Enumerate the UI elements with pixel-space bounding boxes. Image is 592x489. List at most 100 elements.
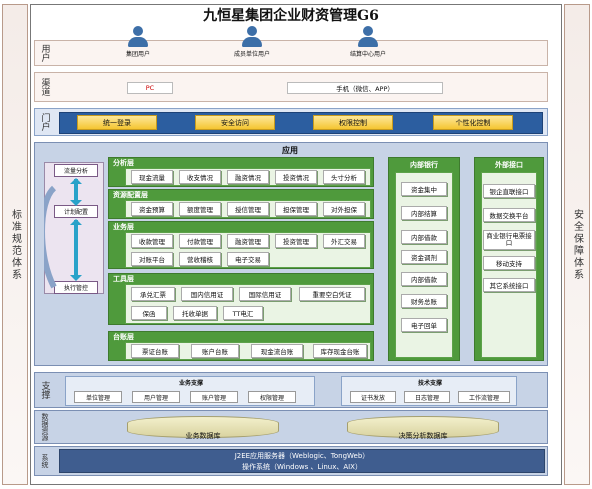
external-interface-item: 数据交换平台 bbox=[483, 208, 535, 222]
ledger-layer: 台账层 票证台账 账户台账 现金流台账 库存现金台账 bbox=[108, 331, 374, 361]
business-database: 业务数据库 bbox=[185, 432, 221, 440]
business-item: 电子交易 bbox=[227, 252, 269, 266]
external-interface-title: 外部接口 bbox=[495, 161, 523, 169]
business-item: 收款管理 bbox=[131, 234, 173, 248]
data-resources-label: 数据资源 bbox=[41, 413, 49, 441]
allocation-layer: 资源配置层 资金预算 额度管理 授信管理 担保管理 对外担保 bbox=[108, 189, 374, 219]
tools-item: TT电汇 bbox=[223, 306, 263, 320]
external-interface-item: 银企直联接口 bbox=[483, 184, 535, 198]
portal-permission: 权限控制 bbox=[313, 115, 393, 130]
business-support-title: 业务支撑 bbox=[178, 380, 203, 387]
business-layer: 业务层 收款管理 付款管理 融资管理 投资管理 外汇交易 对账平台 营收稽核 电… bbox=[108, 221, 374, 269]
support-layer: 支撑 业务支撑 单位管理 用户管理 账户管理 权限管理 技术支撑 证书发放 日志… bbox=[34, 372, 548, 408]
standards-system-label: 标准规范体系 bbox=[9, 208, 21, 281]
analysis-layer-title: 分析层 bbox=[113, 159, 134, 167]
tools-item: 承兑汇票 bbox=[131, 287, 175, 301]
application-title: 应用 bbox=[282, 145, 298, 155]
business-support-item: 权限管理 bbox=[248, 391, 296, 403]
business-support-item: 单位管理 bbox=[74, 391, 122, 403]
internal-bank-item: 电子回单 bbox=[401, 318, 447, 332]
allocation-item: 资金预算 bbox=[131, 202, 173, 216]
user-icon bbox=[247, 26, 257, 36]
tools-layer: 工具层 承兑汇票 国内信用证 国际信用证 重要空白凭证 保函 托收单据 TT电汇 bbox=[108, 273, 374, 325]
business-item: 付款管理 bbox=[179, 234, 221, 248]
portal-personalization: 个性化控制 bbox=[433, 115, 513, 130]
external-interface-item: 其它系统接口 bbox=[483, 278, 535, 292]
internal-bank-item: 内部借款 bbox=[401, 230, 447, 244]
external-interface-item: 移动支持 bbox=[483, 256, 535, 270]
user-icon bbox=[363, 26, 373, 36]
tech-support-item: 证书发放 bbox=[350, 391, 396, 403]
channel-layer-label: 渠道 bbox=[39, 78, 50, 96]
internal-bank-item: 资金集中 bbox=[401, 182, 447, 196]
ledger-item: 现金流台账 bbox=[251, 344, 303, 358]
ledger-layer-title: 台账层 bbox=[113, 333, 134, 341]
system-layer-label: 系统 bbox=[41, 454, 49, 468]
ledger-item: 票证台账 bbox=[131, 344, 179, 358]
analysis-item: 头寸分析 bbox=[323, 170, 365, 184]
business-item: 融资管理 bbox=[227, 234, 269, 248]
analysis-item: 投资情况 bbox=[275, 170, 317, 184]
portal-layer-label: 门户 bbox=[39, 113, 50, 131]
tools-item: 国内信用证 bbox=[181, 287, 233, 301]
decision-analysis-database: 决策分析数据库 bbox=[398, 432, 448, 440]
tools-layer-title: 工具层 bbox=[113, 275, 134, 283]
tools-item: 保函 bbox=[131, 306, 167, 320]
portal-secure-access: 安全访问 bbox=[195, 115, 275, 130]
right-side-panel: 安全保障体系 bbox=[564, 4, 590, 485]
external-interface-item: 商业银行电票接口 bbox=[483, 230, 535, 250]
business-layer-title: 业务层 bbox=[113, 223, 134, 231]
security-system-label: 安全保障体系 bbox=[571, 208, 583, 281]
channel-layer: 渠道 PC 手机（微信、APP） bbox=[34, 72, 548, 102]
user-layer-label: 用户 bbox=[39, 44, 50, 62]
app-server-label: J2EE应用服务器（Weblogic、TongWeb） bbox=[234, 451, 370, 460]
channel-mobile: 手机（微信、APP） bbox=[287, 82, 443, 94]
external-interface-panel: 外部接口 银企直联接口 数据交换平台 商业银行电票接口 移动支持 其它系统接口 bbox=[474, 157, 544, 361]
portal-layer: 门户 统一登录 安全访问 权限控制 个性化控制 bbox=[34, 108, 548, 136]
business-item: 投资管理 bbox=[275, 234, 317, 248]
analysis-item: 融资情况 bbox=[227, 170, 269, 184]
tools-item: 托收单据 bbox=[173, 306, 217, 320]
internal-bank-panel: 内部银行 资金集中 内部结算 内部借款 资金调剂 内部借款 财务总账 电子回单 bbox=[388, 157, 460, 361]
os-label: 操作系统（Windows 、Linux、AIX） bbox=[242, 462, 362, 471]
analysis-layer: 分析层 现金流量 收支情况 融资情况 投资情况 头寸分析 bbox=[108, 157, 374, 187]
allocation-item: 授信管理 bbox=[227, 202, 269, 216]
business-support-item: 账户管理 bbox=[190, 391, 238, 403]
internal-bank-title: 内部银行 bbox=[410, 161, 438, 169]
diagram-title: 九恒星集团企业财资管理G6 bbox=[203, 8, 379, 24]
allocation-item: 对外担保 bbox=[323, 202, 365, 216]
business-item: 对账平台 bbox=[131, 252, 173, 266]
settlement-center-user: 结算中心用户 bbox=[338, 26, 398, 58]
business-item: 营收稽核 bbox=[179, 252, 221, 266]
support-layer-label: 支撑 bbox=[39, 381, 50, 399]
allocation-item: 额度管理 bbox=[179, 202, 221, 216]
tech-support-item: 工作流管理 bbox=[458, 391, 510, 403]
channel-pc: PC bbox=[127, 82, 173, 94]
cycle-arrow-icon bbox=[44, 185, 57, 289]
ledger-item: 账户台账 bbox=[191, 344, 239, 358]
group-user: 集团用户 bbox=[108, 26, 168, 58]
tech-support-box: 技术支撑 证书发放 日志管理 工作流管理 bbox=[341, 376, 517, 406]
flow-arrows bbox=[44, 178, 82, 289]
tools-item: 国际信用证 bbox=[239, 287, 291, 301]
analysis-item: 收支情况 bbox=[179, 170, 221, 184]
system-layer: 系统 J2EE应用服务器（Weblogic、TongWeb） 操作系统（Wind… bbox=[34, 446, 548, 476]
allocation-layer-title: 资源配置层 bbox=[113, 191, 148, 199]
tech-support-item: 日志管理 bbox=[404, 391, 450, 403]
portal-unified-login: 统一登录 bbox=[77, 115, 157, 130]
business-item: 外汇交易 bbox=[323, 234, 365, 248]
tools-item: 重要空白凭证 bbox=[299, 287, 365, 301]
internal-bank-item: 资金调剂 bbox=[401, 250, 447, 264]
internal-bank-item: 内部借款 bbox=[401, 272, 447, 286]
member-unit-user: 成员单位用户 bbox=[222, 26, 282, 58]
analysis-item: 现金流量 bbox=[131, 170, 173, 184]
tech-support-title: 技术支撑 bbox=[417, 380, 442, 387]
data-resources-layer: 数据资源 业务数据库 决策分析数据库 bbox=[34, 410, 548, 444]
business-support-box: 业务支撑 单位管理 用户管理 账户管理 权限管理 bbox=[65, 376, 315, 406]
business-support-item: 用户管理 bbox=[132, 391, 180, 403]
user-icon bbox=[133, 26, 143, 36]
internal-bank-item: 内部结算 bbox=[401, 206, 447, 220]
internal-bank-item: 财务总账 bbox=[401, 294, 447, 308]
ledger-item: 库存现金台账 bbox=[313, 344, 367, 358]
left-side-panel: 标准规范体系 bbox=[2, 4, 28, 485]
